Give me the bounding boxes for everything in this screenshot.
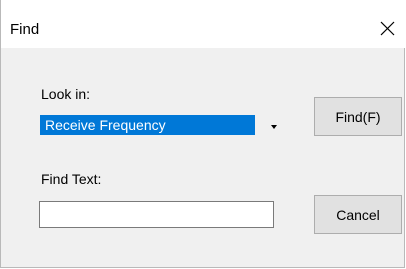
dialog-title: Find [10,21,40,38]
close-icon [380,21,395,36]
look-in-selected-value: Receive Frequency [40,115,255,135]
find-dialog: Find Look in: Receive Frequency Find Tex… [0,0,405,268]
find-text-input[interactable] [39,201,274,228]
find-button[interactable]: Find(F) [314,97,402,136]
title-bar: Find [1,0,405,48]
cancel-button[interactable]: Cancel [314,195,402,234]
look-in-dropdown[interactable]: Receive Frequency [40,114,288,138]
close-button[interactable] [373,14,401,42]
look-in-label: Look in: [41,86,91,102]
find-text-label: Find Text: [41,171,102,187]
dropdown-arrow-icon [271,125,277,129]
